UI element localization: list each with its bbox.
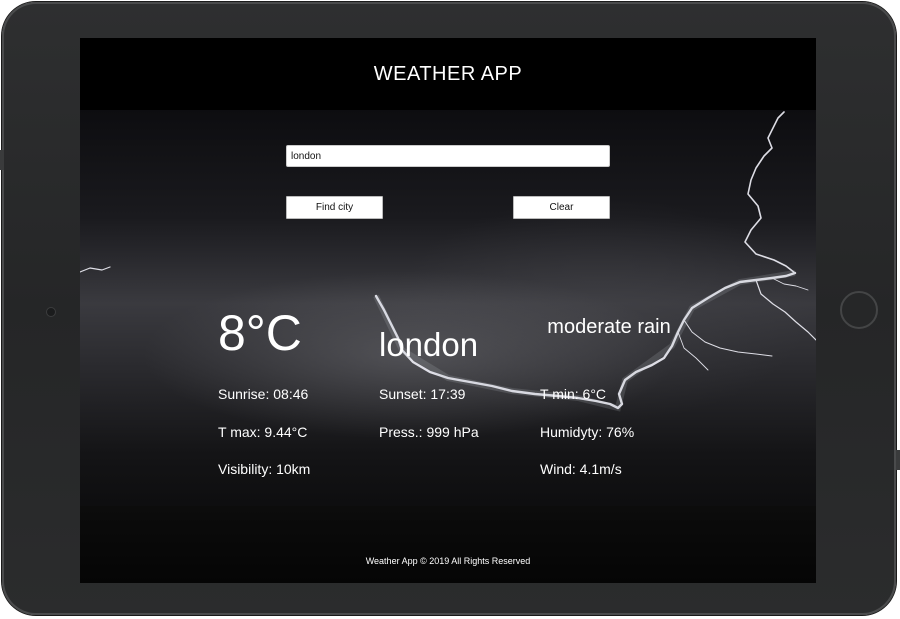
city-search-input[interactable] [286,145,610,167]
lightning-bolt [80,111,816,412]
ground-silhouette [80,506,816,583]
clear-button[interactable]: Clear [513,196,610,219]
app-screen: WEATHER APP Find city Clear 8°C london m… [80,38,816,583]
temperature-value: 8°C [218,305,302,361]
footer-copyright: Weather App © 2019 All Rights Reserved [365,556,531,566]
city-name: london [379,326,479,363]
app-title: WEATHER APP [373,62,523,85]
side-button-left [0,150,4,170]
pressure-text: Press.: 999 hPa [379,424,479,440]
app-header: WEATHER APP [80,38,816,110]
temp-max-text: T max: 9.44°C [218,424,308,440]
sunrise-text: Sunrise: 08:46 [218,386,309,402]
side-button-right [896,450,900,470]
humidity-text: Humidyty: 76% [540,424,635,440]
wind-text: Wind: 4.1m/s [540,461,622,477]
storm-background-image [80,110,816,540]
home-button[interactable] [840,291,878,329]
visibility-text: Visibility: 10km [218,461,311,477]
sunset-text: Sunset: 17:39 [379,386,466,402]
temp-min-text: T min: 6°C [540,386,607,402]
front-camera [46,307,56,317]
find-city-button[interactable]: Find city [286,196,383,219]
weather-description: moderate rain [547,316,671,338]
